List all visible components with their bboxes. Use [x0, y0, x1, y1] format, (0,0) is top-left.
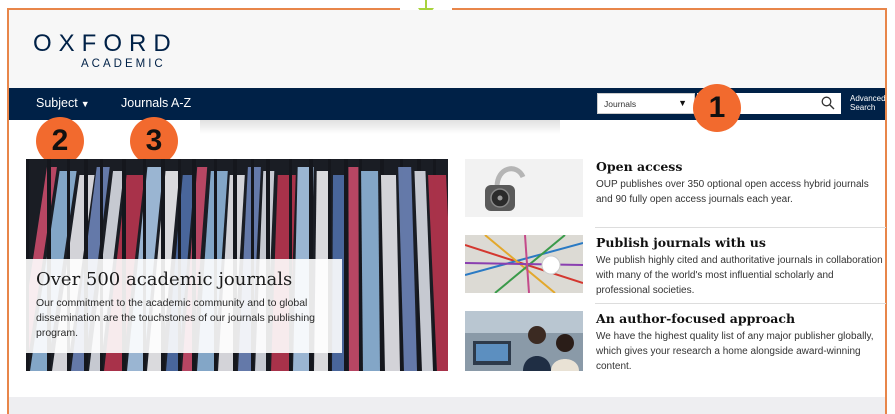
feature-title[interactable]: Publish journals with us — [596, 235, 886, 250]
feature-body: Open access OUP publishes over 350 optio… — [596, 159, 886, 207]
advanced-search-line1: Advanced — [850, 94, 886, 103]
divider — [595, 227, 886, 228]
feature-open-access[interactable]: Open access OUP publishes over 350 optio… — [465, 159, 883, 221]
site-header: OXFORD ACADEMIC — [9, 10, 885, 90]
subject-menu[interactable]: Subject ▼ — [36, 96, 90, 110]
search-scope-select[interactable]: Journals ▼ — [597, 93, 695, 114]
researchers-image — [465, 311, 583, 371]
oxford-academic-logo[interactable]: OXFORD ACADEMIC — [33, 30, 178, 71]
advanced-search-line2: Search — [850, 103, 876, 112]
feature-text: We publish highly cited and authoritativ… — [596, 255, 883, 296]
step-badge-2: 2 — [36, 117, 84, 165]
main-nav: Subject ▼ Journals A-Z Journals ▼ Advance… — [9, 88, 886, 120]
hero-banner[interactable]: Over 500 academic journals Our commitmen… — [26, 159, 448, 371]
hero-title: Over 500 academic journals — [36, 269, 293, 290]
feature-body: Publish journals with us We publish high… — [596, 235, 886, 298]
divider — [595, 303, 886, 304]
subject-menu-label: Subject — [36, 96, 78, 110]
step-badge-3: 3 — [130, 117, 178, 165]
search-scope-value: Journals — [604, 99, 637, 109]
hero-caption: Over 500 academic journals Our commitmen… — [26, 259, 342, 353]
advanced-search-link[interactable]: Advanced Search — [850, 94, 886, 112]
logo-subtitle: ACADEMIC — [81, 58, 166, 70]
step-badge-1: 1 — [693, 84, 741, 132]
hero-text: Our commitment to the academic community… — [36, 297, 316, 339]
feature-publish-with-us[interactable]: Publish journals with us We publish high… — [465, 235, 883, 301]
feature-author-focused[interactable]: An author-focused approach We have the h… — [465, 311, 883, 381]
nav-shadow — [200, 120, 560, 134]
feature-text: OUP publishes over 350 optional open acc… — [596, 179, 869, 205]
feature-body: An author-focused approach We have the h… — [596, 311, 886, 374]
feature-text: We have the highest quality list of any … — [596, 331, 874, 372]
caret-down-icon: ▼ — [678, 98, 687, 108]
journals-az-link[interactable]: Journals A-Z — [121, 96, 191, 110]
caret-down-icon: ▼ — [80, 99, 90, 109]
search-icon[interactable] — [821, 96, 835, 110]
footer-band — [9, 397, 885, 414]
padlock-image — [465, 159, 583, 217]
network-strings-image — [465, 235, 583, 293]
logo-wordmark: OXFORD — [33, 30, 178, 57]
feature-title[interactable]: An author-focused approach — [596, 311, 886, 326]
feature-title[interactable]: Open access — [596, 159, 886, 174]
